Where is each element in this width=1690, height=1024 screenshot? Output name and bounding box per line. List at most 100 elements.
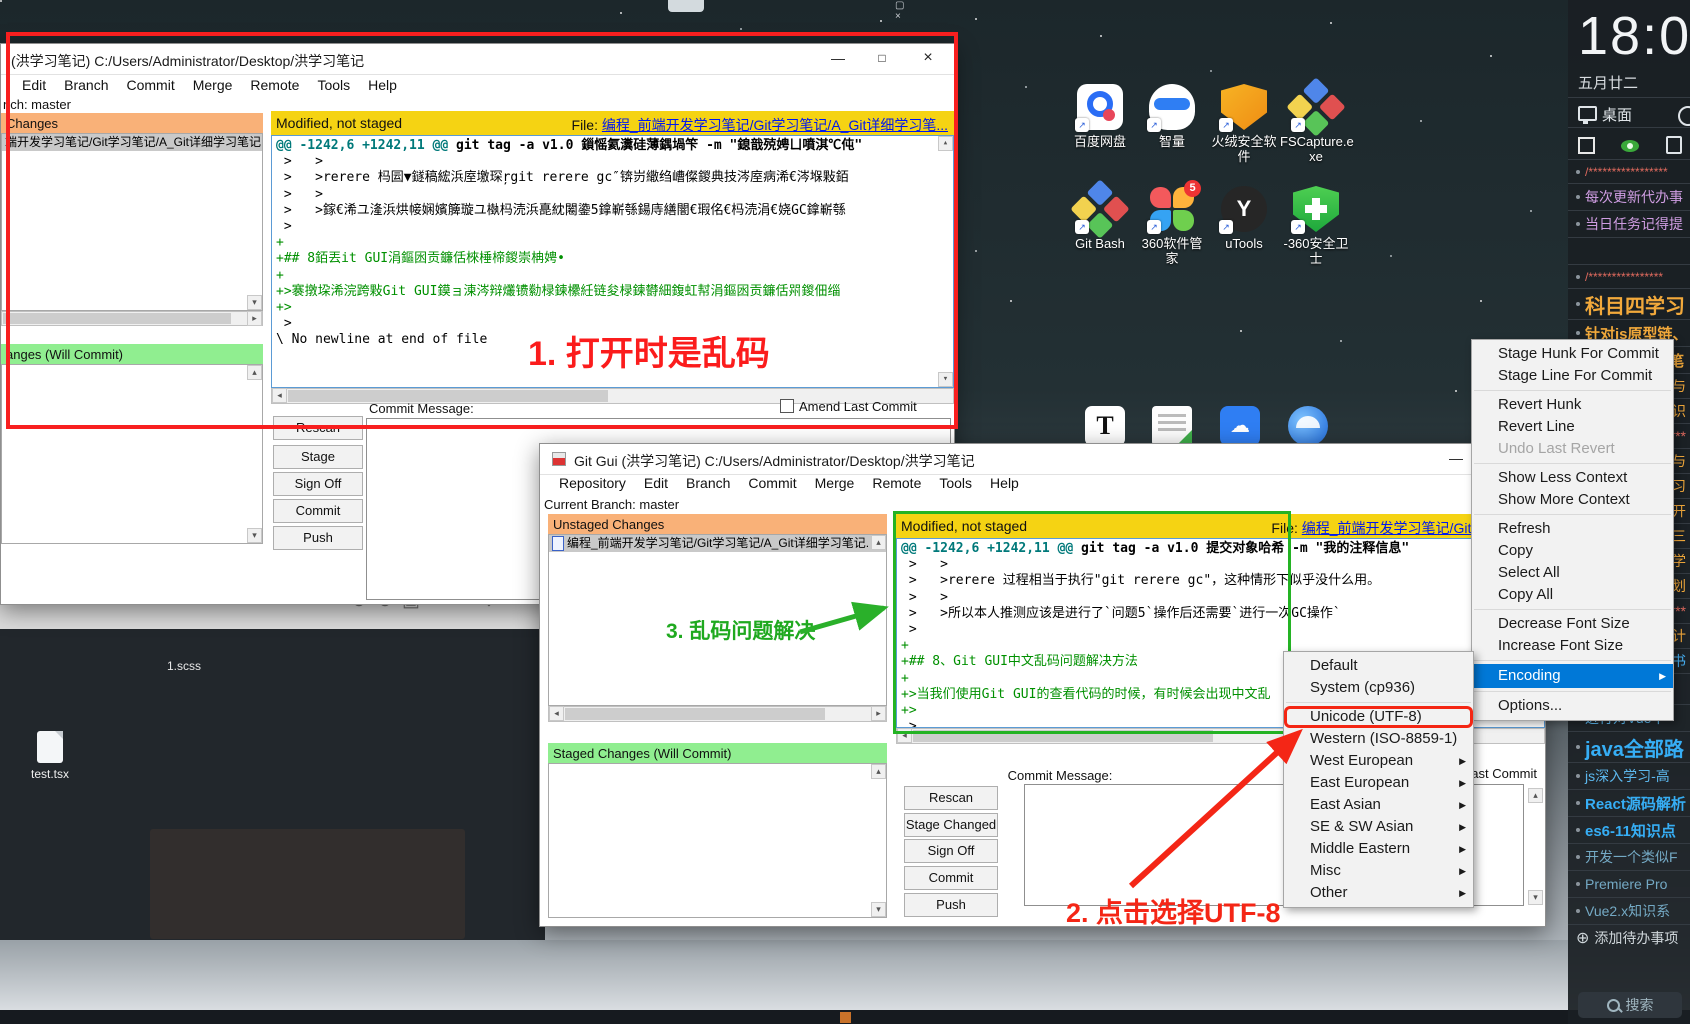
desktop-icon-utools[interactable]: Y↗uTools: [1208, 186, 1280, 251]
desktop-icon-fscapture[interactable]: ↗FSCapture.e xe: [1280, 84, 1352, 164]
menu-merge[interactable]: Merge: [806, 474, 864, 492]
scroll-down-icon[interactable]: ▾: [1528, 890, 1543, 905]
menu-edit[interactable]: Edit: [635, 474, 677, 492]
menu-remote[interactable]: Remote: [863, 474, 930, 492]
menu-item-show-less-context[interactable]: Show Less Context: [1472, 467, 1673, 489]
menu-item-undo-last-revert[interactable]: Undo Last Revert: [1472, 438, 1673, 460]
desktop-icon-robot[interactable]: ↗智量: [1136, 84, 1208, 149]
menu-item-default[interactable]: Default: [1284, 655, 1473, 677]
notes-icon[interactable]: [1666, 136, 1682, 154]
sidebar-tools-row[interactable]: [1568, 128, 1690, 160]
screenshot-icon[interactable]: [1578, 137, 1595, 154]
taskbar[interactable]: [0, 1010, 1690, 1024]
menu-item-show-more-context[interactable]: Show More Context: [1472, 489, 1673, 511]
commit-button[interactable]: Commit: [904, 866, 998, 890]
shortcut-arrow-icon: ↗: [1075, 220, 1089, 234]
menu-item-east-european[interactable]: East European▶: [1284, 772, 1473, 794]
scroll-left-icon[interactable]: ◂: [549, 706, 564, 721]
scroll-up-icon[interactable]: ▴: [871, 535, 886, 550]
staged-file-list[interactable]: ▴ ▾: [548, 763, 887, 918]
todo-item[interactable]: Vue2.x知识系: [1568, 898, 1690, 925]
todo-item[interactable]: React源码解析: [1568, 790, 1690, 817]
desktop-file-test-tsx[interactable]: test.tsx: [20, 731, 80, 781]
menu-commit[interactable]: Commit: [739, 474, 805, 492]
scrollbar-thumb[interactable]: [565, 708, 825, 720]
sidebar-desktop-row[interactable]: 桌面: [1568, 98, 1690, 128]
todo-item[interactable]: Premiere Pro: [1568, 871, 1690, 898]
cloud-icon[interactable]: ☁: [1220, 406, 1260, 446]
menu-item-other[interactable]: Other▶: [1284, 882, 1473, 904]
menu-item-east-asian[interactable]: East Asian▶: [1284, 794, 1473, 816]
todo-item[interactable]: es6-11知识点: [1568, 817, 1690, 844]
menu-item-system-cp936-[interactable]: System (cp936): [1284, 677, 1473, 699]
scroll-down-icon[interactable]: ▾: [247, 528, 262, 543]
menu-item-unicode-utf-8-[interactable]: Unicode (UTF-8): [1284, 706, 1473, 728]
notepad-icon[interactable]: [1152, 406, 1192, 446]
todo-item[interactable]: java全部路: [1568, 732, 1690, 763]
window2-titlebar[interactable]: Git Gui (洪学习笔记) C:/Users/Administrator/D…: [540, 444, 1545, 475]
sign-off-button[interactable]: Sign Off: [273, 472, 363, 496]
menu-item-select-all[interactable]: Select All: [1472, 562, 1673, 584]
browser-icon[interactable]: [1288, 406, 1328, 446]
menu-item-stage-hunk-for-commit[interactable]: Stage Hunk For Commit: [1472, 343, 1673, 365]
menu-item-revert-line[interactable]: Revert Line: [1472, 416, 1673, 438]
stage-changed-button[interactable]: Stage Changed: [904, 813, 998, 837]
bullet-dot: [1576, 801, 1580, 805]
push-button[interactable]: Push: [273, 526, 363, 550]
menu-item-middle-eastern[interactable]: Middle Eastern▶: [1284, 838, 1473, 860]
search-box[interactable]: 搜索: [1578, 992, 1682, 1018]
360sw-icon: 5↗: [1149, 186, 1195, 232]
scroll-up-icon[interactable]: ▴: [871, 764, 886, 779]
unstaged-changes-header: Unstaged Changes: [548, 514, 887, 534]
todo-item[interactable]: /*****************: [1568, 160, 1690, 184]
todo-text: js深入学习-高: [1585, 766, 1670, 786]
menu-item-copy[interactable]: Copy: [1472, 540, 1673, 562]
todo-item[interactable]: 科目四学习: [1568, 289, 1690, 320]
menu-item-decrease-font-size[interactable]: Decrease Font Size: [1472, 613, 1673, 635]
file-list-item[interactable]: 编程_前端开发学习笔记/Git学习笔记/A_Git详细学习笔记.: [549, 535, 886, 552]
menu-item-west-european[interactable]: West European▶: [1284, 750, 1473, 772]
minimize-button[interactable]: —: [1445, 447, 1467, 469]
desktop-icon-huorong[interactable]: ↗火绒安全软件: [1208, 84, 1280, 164]
rescan-button[interactable]: Rescan: [904, 786, 998, 810]
menu-item-revert-hunk[interactable]: Revert Hunk: [1472, 394, 1673, 416]
add-todo-button[interactable]: ⊕添加待办事项: [1568, 925, 1690, 951]
desktop-icon-baidu[interactable]: ↗百度网盘: [1064, 84, 1136, 149]
menu-item-stage-line-for-commit[interactable]: Stage Line For Commit: [1472, 365, 1673, 387]
menu-item-copy-all[interactable]: Copy All: [1472, 584, 1673, 606]
todo-item[interactable]: /****************: [1568, 265, 1690, 289]
todo-item[interactable]: [1568, 238, 1690, 265]
menu-item-options-[interactable]: Options...: [1472, 695, 1673, 717]
menu-tools[interactable]: Tools: [930, 474, 981, 492]
scroll-right-icon[interactable]: ▸: [871, 706, 886, 721]
menu-item-encoding[interactable]: Encoding▶: [1472, 664, 1673, 688]
menu-separator: [1286, 702, 1471, 703]
desktop-icon-360sw[interactable]: 5↗360软件管家: [1136, 186, 1208, 266]
menu-item-increase-font-size[interactable]: Increase Font Size: [1472, 635, 1673, 657]
todo-item[interactable]: 当日任务记得提: [1568, 211, 1690, 238]
todo-item[interactable]: 每次更新代办事: [1568, 184, 1690, 211]
push-button[interactable]: Push: [904, 893, 998, 917]
menu-item-misc[interactable]: Misc▶: [1284, 860, 1473, 882]
desktop-icon-360safe[interactable]: ↗-360安全卫士: [1280, 186, 1352, 266]
scroll-down-icon[interactable]: ▾: [871, 902, 886, 917]
menu-item-western-iso-8859-1-[interactable]: Western (ISO-8859-1): [1284, 728, 1473, 750]
sign-off-button[interactable]: Sign Off: [904, 839, 998, 863]
scroll-up-icon[interactable]: ▴: [1528, 788, 1543, 803]
menu-repository[interactable]: Repository: [550, 474, 635, 492]
todo-item[interactable]: 开发一个类似F: [1568, 844, 1690, 871]
horizontal-scrollbar[interactable]: ◂ ▸: [548, 706, 887, 722]
eye-icon[interactable]: [1621, 140, 1639, 152]
annotation-step2: 2. 点击选择UTF-8: [1066, 891, 1281, 930]
menu-item-refresh[interactable]: Refresh: [1472, 518, 1673, 540]
menu-help[interactable]: Help: [981, 474, 1028, 492]
editor-tab-label[interactable]: 1.scss: [167, 659, 201, 673]
menu-branch[interactable]: Branch: [677, 474, 739, 492]
taskbar-icon[interactable]: [840, 1012, 851, 1023]
menu-item-se-sw-asian[interactable]: SE & SW Asian▶: [1284, 816, 1473, 838]
desktop-icon-gitbash[interactable]: ↗Git Bash: [1064, 186, 1136, 251]
stage-changed-button[interactable]: Stage Changed: [273, 445, 363, 469]
todo-item[interactable]: js深入学习-高: [1568, 763, 1690, 790]
commit-button[interactable]: Commit: [273, 499, 363, 523]
typora-icon[interactable]: T: [1085, 406, 1125, 446]
